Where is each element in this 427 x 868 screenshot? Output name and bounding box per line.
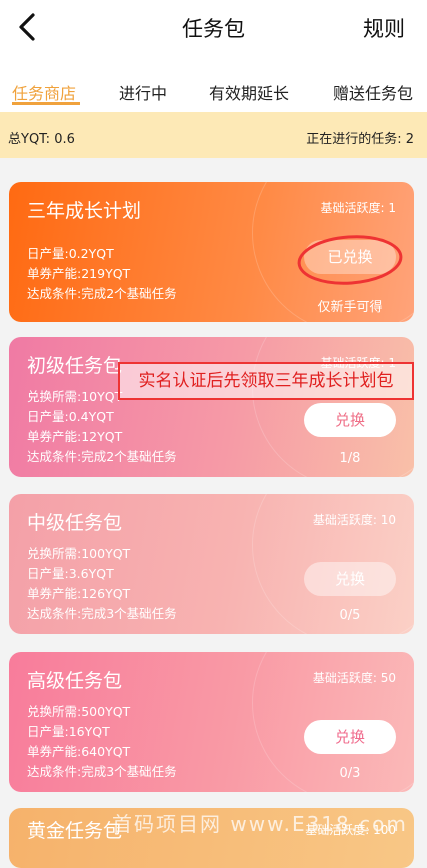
- card-cost: 兑换所需:100YQT: [27, 546, 131, 561]
- card-activity: 基础活跃度: 1: [320, 201, 397, 215]
- task-card-junior: 初级任务包 基础活跃度: 1 兑换所需:10YQT 日产量:0.4YQT 单券产…: [9, 337, 414, 477]
- card-title: 初级任务包: [27, 355, 123, 377]
- card-condition: 达成条件:完成3个基础任务: [27, 606, 177, 621]
- task-card-senior: 高级任务包 基础活跃度: 50 兑换所需:500YQT 日产量:16YQT 单券…: [9, 652, 414, 792]
- card-condition: 达成条件:完成2个基础任务: [27, 286, 177, 301]
- tab-gift-package[interactable]: 赠送任务包: [333, 80, 413, 104]
- total-yqt: 总YQT: 0.6: [8, 132, 75, 147]
- card-footer: 仅新手可得: [317, 300, 383, 315]
- card-condition: 达成条件:完成3个基础任务: [27, 764, 177, 779]
- card-daily-output: 日产量:0.2YQT: [27, 246, 114, 261]
- summary-bar: 总YQT: 0.6 正在进行的任务: 2: [0, 112, 427, 158]
- active-tab-indicator: [12, 102, 80, 105]
- card-activity: 基础活跃度: 10: [312, 513, 396, 527]
- card-capacity: 单券产能:219YQT: [27, 266, 131, 281]
- annotation-circle: [297, 235, 403, 285]
- card-title: 高级任务包: [27, 670, 123, 692]
- card-daily-output: 日产量:0.4YQT: [27, 409, 114, 424]
- rules-button[interactable]: 规则: [363, 13, 405, 43]
- annotation-banner: 实名认证后先领取三年成长计划包: [118, 362, 414, 400]
- tab-task-store[interactable]: 任务商店: [12, 80, 76, 104]
- watermark: 首码项目网 www.E318.com: [112, 812, 408, 836]
- card-daily-output: 日产量:3.6YQT: [27, 566, 114, 581]
- top-bar: 任务包 规则: [0, 0, 427, 60]
- card-cost: 兑换所需:500YQT: [27, 704, 131, 719]
- tab-in-progress[interactable]: 进行中: [119, 80, 167, 104]
- card-title: 中级任务包: [27, 512, 123, 534]
- card-daily-output: 日产量:16YQT: [27, 724, 110, 739]
- running-tasks-count: 正在进行的任务: 2: [306, 132, 414, 147]
- card-title: 黄金任务包: [27, 820, 123, 842]
- card-title: 三年成长计划: [27, 200, 142, 222]
- card-capacity: 单券产能:126YQT: [27, 586, 131, 601]
- redeem-button[interactable]: 兑换: [304, 720, 396, 754]
- card-capacity: 单券产能:640YQT: [27, 744, 131, 759]
- card-details: 兑换所需:100YQT 日产量:3.6YQT 单券产能:126YQT 达成条件:…: [27, 544, 177, 624]
- redeem-button[interactable]: 兑换: [304, 562, 396, 596]
- card-footer: 0/5: [339, 608, 361, 623]
- card-footer: 1/8: [339, 451, 361, 466]
- card-footer: 0/3: [339, 766, 361, 781]
- tab-validity-extension[interactable]: 有效期延长: [209, 80, 289, 104]
- card-condition: 达成条件:完成2个基础任务: [27, 449, 177, 464]
- card-details: 日产量:0.2YQT 单券产能:219YQT 达成条件:完成2个基础任务: [27, 244, 177, 304]
- card-capacity: 单券产能:12YQT: [27, 429, 123, 444]
- card-activity: 基础活跃度: 50: [312, 671, 396, 685]
- redeem-button[interactable]: 兑换: [304, 403, 396, 437]
- card-details: 兑换所需:500YQT 日产量:16YQT 单券产能:640YQT 达成条件:完…: [27, 702, 177, 782]
- task-card-intermediate: 中级任务包 基础活跃度: 10 兑换所需:100YQT 日产量:3.6YQT 单…: [9, 494, 414, 634]
